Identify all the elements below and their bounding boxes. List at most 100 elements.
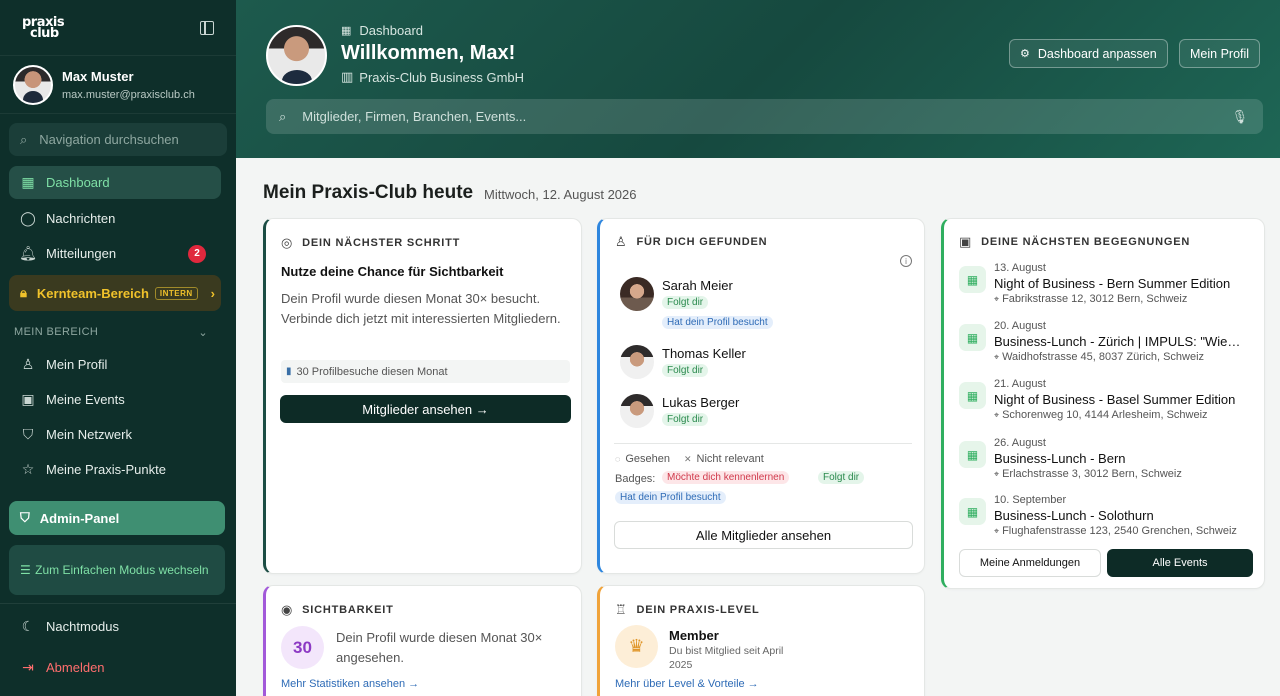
event-address-label: Flughafenstrasse 123, 2540 Grenchen, Sch…: [1002, 525, 1237, 537]
shield-check-icon: ⛉: [20, 510, 30, 525]
sidebar-item-label: Meine Events: [46, 392, 125, 407]
list-icon: ☰: [20, 563, 31, 577]
card-heading-label: DEIN NÄCHSTER SCHRITT: [302, 237, 461, 249]
kernteam-label: Kernteam-Bereich: [36, 285, 149, 301]
card-heading-label: DEINE NÄCHSTEN BEGEGNUNGEN: [981, 236, 1191, 248]
logout-icon: ⇥: [22, 659, 34, 675]
sliders-icon: ⚙: [1020, 48, 1030, 60]
moon-icon: ☾: [21, 618, 35, 634]
section-title: Mein Praxis-Club heute: [263, 182, 474, 203]
card-heading: ◉ SICHTBARKEIT: [281, 602, 394, 618]
sidebar-item-mitteilungen[interactable]: 🔔︎ Mitteilungen 2: [0, 236, 236, 271]
bell-icon: 🔔︎: [19, 245, 37, 261]
section-title: MEIN BEREICH: [14, 326, 99, 338]
person-name: Sarah Meier: [662, 278, 733, 293]
page-title: Willkommen, Max!: [341, 42, 516, 64]
avatar: [13, 64, 53, 105]
night-mode-toggle[interactable]: ☾ Nachtmodus: [0, 609, 236, 644]
visited-badge: Hat dein Profil besucht: [615, 491, 726, 504]
microphone-icon[interactable]: 🎙︎: [1231, 109, 1248, 125]
event-address: ⌖ Erlachstrasse 3, 3012 Bern, Schweiz: [994, 468, 1182, 480]
building-icon: ▥: [341, 69, 354, 84]
admin-label: Admin-Panel: [39, 510, 120, 526]
visibility-card: ◉ SICHTBARKEIT 30 Dein Profil wurde dies…: [263, 585, 582, 696]
info-icon[interactable]: i: [900, 255, 912, 267]
profile-label: Mein Profil: [1190, 46, 1250, 61]
event-address-label: Waidhofstrasse 45, 8037 Zürich, Schweiz: [1002, 351, 1205, 363]
person-name: Thomas Keller: [662, 346, 746, 361]
sidebar-item-label: Mitteilungen: [46, 246, 117, 261]
divider: [614, 443, 912, 444]
logo[interactable]: praxis club: [22, 16, 65, 40]
event-date: 10. September: [994, 494, 1067, 506]
sidebar-header: praxis club: [0, 0, 236, 56]
sidebar-search-input[interactable]: ⌕ Navigation durchsuchen: [9, 123, 227, 156]
member-since: Du bist Mitglied seit April 2025: [669, 645, 784, 671]
user-card[interactable]: Max Muster max.muster@praxisclub.ch: [0, 56, 236, 114]
sidebar-item-dashboard[interactable]: ▦ Dashboard: [9, 166, 221, 199]
sidebar-item-kernteam[interactable]: 🔒︎ Kernteam-Bereich INTERN ›: [9, 275, 221, 311]
follows-badge: Folgt dir: [662, 296, 709, 309]
global-search-input[interactable]: ⌕ Mitglieder, Firmen, Branchen, Events..…: [266, 99, 1263, 134]
event-address-label: Erlachstrasse 3, 3012 Bern, Schweiz: [1002, 468, 1182, 480]
admin-panel-button[interactable]: ⛉ Admin-Panel: [9, 501, 225, 535]
follows-badge: Folgt dir: [818, 471, 865, 484]
not-relevant-button[interactable]: ✕ Nicht relevant: [684, 453, 764, 465]
sidebar: praxis club Max Muster max.muster@praxis…: [0, 0, 236, 696]
grid-icon: ▦: [341, 25, 352, 37]
calendar-icon: ▣: [21, 391, 35, 407]
calendar-icon: ▦: [959, 498, 986, 525]
stat-label: 30 Profilbesuche diesen Monat: [296, 365, 448, 378]
seen-button[interactable]: ◌ Gesehen: [615, 453, 670, 465]
follows-badge: Folgt dir: [662, 364, 709, 377]
badges-label: Badges:: [615, 473, 656, 485]
sidebar-item-mein-netzwerk[interactable]: ⛉ Mein Netzwerk: [0, 417, 236, 452]
my-profile-button[interactable]: Mein Profil: [1179, 39, 1261, 68]
lock-icon: 🔒︎: [20, 285, 27, 300]
avatar: [620, 277, 654, 311]
logout-button[interactable]: ⇥ Abmelden: [0, 650, 236, 685]
card-heading: ◎ DEIN NÄCHSTER SCHRITT: [281, 235, 460, 251]
sidebar-item-meine-events[interactable]: ▣ Meine Events: [0, 382, 236, 417]
found-for-you-card: ♙ FÜR DICH GEFUNDEN i Sarah Meier Folgt …: [597, 218, 925, 574]
next-step-card: ◎ DEIN NÄCHSTER SCHRITT Nutze deine Chan…: [263, 218, 582, 574]
person-name: Lukas Berger: [662, 395, 740, 410]
meet-badge: Möchte dich kennenlernen: [662, 471, 790, 484]
my-registrations-button[interactable]: Meine Anmeldungen: [959, 549, 1101, 577]
avatar[interactable]: [266, 25, 327, 86]
sidebar-collapse-icon[interactable]: [200, 20, 214, 35]
more-stats-link[interactable]: Mehr Statistiken ansehen →: [281, 678, 419, 690]
sidebar-item-mein-profil[interactable]: ♙ Mein Profil: [0, 347, 236, 382]
user-icon: ♙: [21, 356, 35, 372]
calendar-icon: ▦: [959, 441, 986, 468]
current-date: Mittwoch, 12. August 2026: [484, 187, 637, 202]
location-pin-icon: ⌖: [994, 469, 1000, 479]
view-members-button[interactable]: Mitglieder ansehen →: [280, 395, 571, 423]
card-heading: ▣ DEINE NÄCHSTEN BEGEGNUNGEN: [959, 234, 1190, 250]
sidebar-item-label: Dashboard: [46, 175, 110, 190]
event-address-label: Schorenweg 10, 4144 Arlesheim, Schweiz: [1002, 409, 1208, 421]
location-pin-icon: ⌖: [994, 294, 1000, 304]
calendar-icon: ▦: [959, 266, 986, 293]
card-heading-label: FÜR DICH GEFUNDEN: [636, 236, 768, 248]
avatar: [620, 394, 654, 428]
all-events-button[interactable]: Alle Events: [1107, 549, 1253, 577]
simple-mode-button[interactable]: ☰ Zum Einfachen Modus wechseln: [9, 545, 225, 595]
section-header-mein-bereich[interactable]: MEIN BEREICH ⌄: [0, 321, 236, 343]
event-address-label: Fabrikstrasse 12, 3012 Bern, Schweiz: [1002, 293, 1188, 305]
visits-count: 30: [281, 626, 324, 669]
event-title: Night of Business - Bern Summer Edition: [994, 276, 1231, 291]
calendar-icon: ▣: [959, 234, 973, 249]
all-members-button[interactable]: Alle Mitglieder ansehen: [614, 521, 913, 549]
logout-label: Abmelden: [46, 660, 105, 675]
sidebar-item-praxis-punkte[interactable]: ☆ Meine Praxis-Punkte: [0, 452, 236, 487]
sidebar-item-nachrichten[interactable]: ◯ Nachrichten: [0, 201, 236, 236]
target-icon: ◎: [281, 235, 294, 250]
next-step-title: Nutze deine Chance für Sichtbarkeit: [281, 264, 504, 279]
notification-badge: 2: [188, 244, 206, 263]
customize-dashboard-button[interactable]: ⚙ Dashboard anpassen: [1009, 39, 1168, 68]
level-benefits-link[interactable]: Mehr über Level & Vorteile →: [615, 678, 759, 690]
chart-icon: ▮: [286, 366, 292, 377]
shield-icon: ⛉: [22, 426, 34, 442]
visibility-text: Dein Profil wurde diesen Monat 30× anges…: [336, 630, 543, 665]
